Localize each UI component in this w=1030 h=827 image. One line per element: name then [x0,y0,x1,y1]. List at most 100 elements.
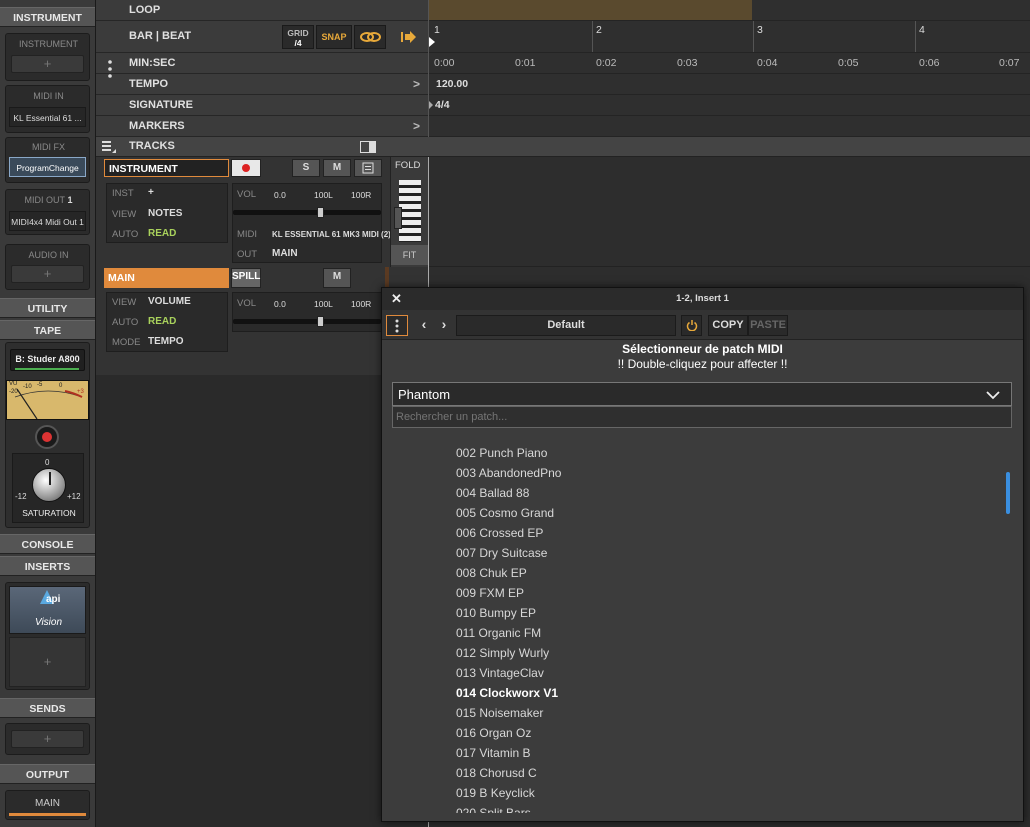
patch-item[interactable]: 008 Chuk EP [456,563,527,583]
track-editor-button[interactable] [354,159,382,177]
tape-record-button[interactable] [35,425,59,449]
add-insert-button[interactable]: + [9,637,86,687]
patch-item[interactable]: 017 Vitamin B [456,743,531,763]
midi-value[interactable]: KL ESSENTIAL 61 MK3 MIDI (2) [272,230,391,239]
bar-beat-lane[interactable]: 1 2 3 4 [429,21,1030,53]
snap-button[interactable]: SNAP [316,25,352,49]
signature-value[interactable]: 4/4 [435,99,450,111]
ruler-tempo-row[interactable]: TEMPO > [96,74,428,95]
playhead-marker-icon[interactable] [429,37,435,47]
main-mute-button[interactable]: M [323,268,351,288]
loop-lane[interactable] [429,0,1030,21]
piano-keys-icon[interactable] [399,180,421,242]
preset-name[interactable]: Default [456,315,676,336]
main-mode-value[interactable]: TEMPO [148,336,184,347]
pan-left-value[interactable]: 100L [314,190,333,200]
bypass-button[interactable] [681,315,702,336]
follow-playhead-button[interactable] [394,25,422,49]
main-volume-slider-handle[interactable] [317,316,324,327]
main-volume-slider[interactable] [233,316,381,327]
paste-button[interactable]: PASTE [748,315,788,336]
pan-right-value[interactable]: 100R [351,190,371,200]
tempo-lane[interactable]: 120.00 [429,74,1030,95]
tape-header[interactable]: TAPE [0,320,95,340]
fold-button[interactable]: FOLD [395,160,420,171]
ruler-bar-beat-row[interactable]: BAR | BEAT GRID /4 SNAP [96,21,428,53]
volume-slider-handle[interactable] [317,207,324,218]
patch-search-input[interactable] [392,406,1012,428]
ruler-markers-row[interactable]: MARKERS > [96,116,428,137]
plugin-titlebar[interactable]: ✕ 1-2, Insert 1 [382,288,1023,310]
patch-item[interactable]: 012 Simply Wurly [456,643,549,663]
ruler-signature-row[interactable]: SIGNATURE [96,95,428,116]
main-pan-right-value[interactable]: 100R [351,299,371,309]
midi-fx-program-change[interactable]: ProgramChange [9,157,86,177]
patch-item[interactable]: 015 Noisemaker [456,703,543,723]
next-preset-button[interactable]: › [434,315,454,336]
insert-api-vision[interactable]: api Vision [9,586,86,634]
ruler-loop-row[interactable]: LOOP [96,0,428,21]
output-header[interactable]: OUTPUT [0,764,95,784]
saturation-knob[interactable] [32,468,66,502]
spill-button[interactable]: SPILL [231,268,261,288]
patch-item[interactable]: 019 B Keyclick [456,783,535,803]
patch-item[interactable]: 006 Crossed EP [456,523,543,543]
patch-list[interactable]: 002 Punch Piano 003 AbandonedPno 004 Balla… [382,433,1023,813]
patch-list-scrollbar[interactable] [1006,472,1010,514]
chevron-right-icon[interactable]: > [413,119,420,133]
midi-out-value[interactable]: MIDI4x4 Midi Out 1 [9,211,86,231]
mute-button[interactable]: M [323,159,351,177]
utility-header[interactable]: UTILITY [0,298,95,318]
add-instrument-button[interactable]: + [11,55,84,73]
ruler-menu-button[interactable] [106,58,114,80]
loop-region[interactable] [429,0,752,20]
sends-header[interactable]: SENDS [0,698,95,718]
main-pan-left-value[interactable]: 100L [314,299,333,309]
patch-item[interactable]: 003 AbandonedPno [456,463,561,483]
tracks-width-toggle[interactable] [360,141,376,153]
main-auto-value[interactable]: READ [148,316,176,327]
patch-item[interactable]: 014 Clockworx V1 [456,683,558,703]
tempo-value[interactable]: 120.00 [436,78,468,90]
main-vol-value[interactable]: 0.0 [274,299,286,309]
inst-add-button[interactable]: + [148,187,154,198]
patch-item[interactable]: 018 Chorusd C [456,763,537,783]
copy-button[interactable]: COPY [708,315,748,336]
patch-item[interactable]: 007 Dry Suitcase [456,543,547,563]
patch-item[interactable]: 020 Split Bars [456,803,531,813]
patch-item[interactable]: 011 Organic FM [456,623,541,643]
midi-in-value[interactable]: KL Essential 61 ... [9,107,86,127]
volume-slider[interactable] [233,207,381,218]
ruler-min-sec-row[interactable]: MIN:SEC [96,53,428,74]
grid-button[interactable]: GRID /4 [282,25,314,49]
patch-item[interactable]: 005 Cosmo Grand [456,503,554,523]
patch-item[interactable]: 004 Ballad 88 [456,483,529,503]
instrument-header[interactable]: INSTRUMENT [0,7,95,27]
close-icon[interactable]: ✕ [391,288,402,310]
link-button[interactable] [354,25,386,49]
markers-lane[interactable] [429,116,1030,137]
main-view-value[interactable]: VOLUME [148,296,191,307]
console-header[interactable]: CONSOLE [0,534,95,554]
instrument-lane[interactable] [428,157,1030,267]
patch-item[interactable]: 002 Punch Piano [456,443,547,463]
patch-item[interactable]: 009 FXM EP [456,583,524,603]
min-sec-lane[interactable]: 0:00 0:01 0:02 0:03 0:04 0:05 0:06 0:07 [429,53,1030,74]
inserts-header[interactable]: INSERTS [0,556,95,576]
chevron-right-icon[interactable]: > [413,77,420,91]
add-send-button[interactable]: + [11,730,84,748]
plugin-menu-button[interactable] [386,315,408,336]
record-arm-button[interactable] [231,159,261,177]
instrument-track-name[interactable]: INSTRUMENT [104,159,229,177]
bank-select[interactable]: Phantom [392,382,1012,406]
prev-preset-button[interactable]: ‹ [414,315,434,336]
midi-out-channel[interactable]: 1 [68,195,73,205]
keyboard-scroll-handle[interactable] [394,207,402,229]
output-value[interactable]: MAIN [9,795,86,813]
patch-item[interactable]: 013 VintageClav [456,663,544,683]
solo-button[interactable]: S [292,159,320,177]
tracks-menu-button[interactable] [102,140,116,154]
add-audio-in-button[interactable]: + [11,265,84,283]
out-value[interactable]: MAIN [272,248,298,259]
main-track-name[interactable]: MAIN [104,268,229,288]
